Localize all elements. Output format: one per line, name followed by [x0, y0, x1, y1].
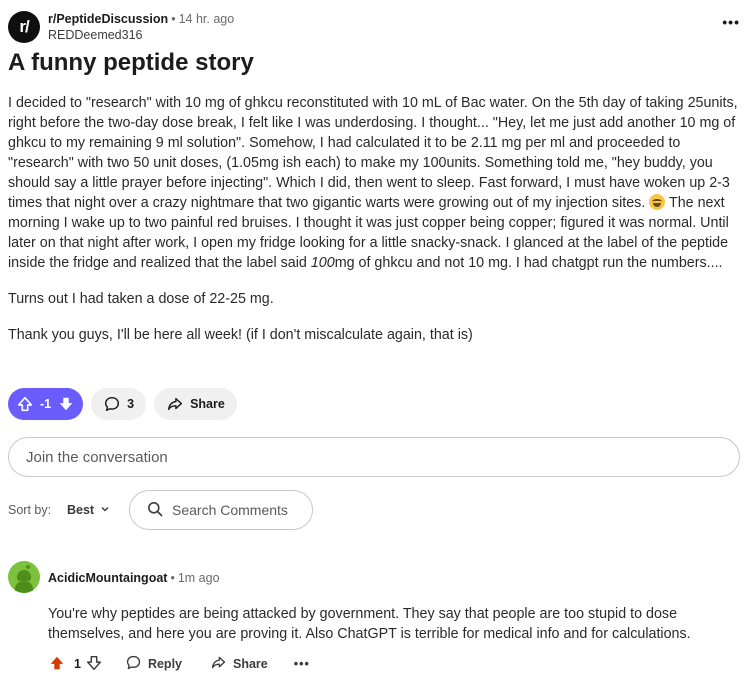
reply-label: Reply — [147, 657, 182, 671]
post-text: I decided to "research" with 10 mg of gh… — [8, 95, 738, 211]
chevron-down-icon — [100, 503, 110, 517]
subreddit-link[interactable]: r/PeptideDiscussion — [48, 12, 168, 26]
post-author[interactable]: REDDeemed316 — [48, 28, 143, 42]
separator-dot: • — [170, 571, 175, 585]
post-paragraph-2: Turns out I had taken a dose of 22-25 mg… — [8, 291, 274, 307]
share-arrow-icon — [166, 395, 184, 413]
laughing-emoji-icon — [649, 194, 666, 210]
comment-score: 1 — [74, 657, 81, 671]
comment: AcidicMountaingoat • 1m ago You're why pep… — [8, 561, 744, 681]
comment-bubble-icon — [125, 654, 142, 674]
comment-time: 1m ago — [177, 571, 220, 585]
sort-value: Best — [67, 503, 95, 517]
avatar[interactable] — [8, 561, 40, 593]
subreddit-icon[interactable]: r/ — [8, 11, 40, 43]
comment-author[interactable]: AcidicMountaingoat — [48, 571, 167, 585]
comment-bubble-icon — [103, 395, 121, 413]
search-icon — [147, 501, 163, 520]
comment-body: You're why peptides are being attacked b… — [48, 606, 691, 642]
comment-meta: AcidicMountaingoat • 1m ago — [48, 571, 220, 585]
comment-overflow-menu-button[interactable]: ••• — [294, 657, 310, 671]
downvote-icon[interactable] — [85, 654, 103, 675]
separator-dot: • — [171, 12, 176, 26]
post-overflow-menu-button[interactable]: ••• — [722, 14, 740, 30]
post-header: r/ r/PeptideDiscussion • 14 hr. ago REDDee… — [8, 8, 744, 48]
share-arrow-icon — [210, 654, 227, 674]
comment-share-button[interactable]: Share — [210, 654, 268, 674]
search-comments-placeholder: Search Comments — [172, 502, 288, 518]
search-comments-input[interactable]: Search Comments — [129, 490, 313, 530]
post-paragraph-1: I decided to "research" with 10 mg of gh… — [8, 93, 738, 273]
comment-sort-row: Sort by: Best Search Comments — [8, 490, 744, 530]
sort-dropdown[interactable]: Best — [67, 503, 110, 517]
post-title: A funny peptide story — [8, 49, 254, 76]
downvote-icon[interactable] — [57, 395, 75, 413]
comments-button[interactable]: 3 — [91, 388, 147, 420]
share-button[interactable]: Share — [154, 388, 237, 420]
upvote-icon[interactable] — [16, 395, 34, 413]
join-conversation-placeholder: Join the conversation — [26, 448, 168, 466]
vote-score: -1 — [40, 397, 52, 411]
comment-share-label: Share — [233, 657, 268, 671]
post-text: mg of ghkcu and not 10 mg. I had chatgpt… — [334, 255, 723, 271]
vote-control: -1 — [8, 388, 84, 420]
share-label: Share — [190, 397, 225, 411]
sort-label: Sort by: — [8, 503, 52, 517]
post-body: I decided to "research" with 10 mg of gh… — [8, 93, 738, 361]
join-conversation-input[interactable]: Join the conversation — [8, 437, 740, 477]
post-meta: r/PeptideDiscussion • 14 hr. ago — [48, 12, 234, 26]
emphasis-text: 100 — [310, 255, 335, 271]
post-actions: -1 3 Share — [8, 388, 237, 420]
post-time: 14 hr. ago — [178, 12, 235, 26]
post-paragraph-3: Thank you guys, I'll be here all week! (… — [8, 327, 473, 343]
comment-actions: 1 Reply Share ••• — [48, 654, 310, 674]
upvote-icon[interactable] — [48, 654, 66, 675]
reply-button[interactable]: Reply — [125, 654, 182, 674]
comment-count: 3 — [127, 397, 135, 411]
